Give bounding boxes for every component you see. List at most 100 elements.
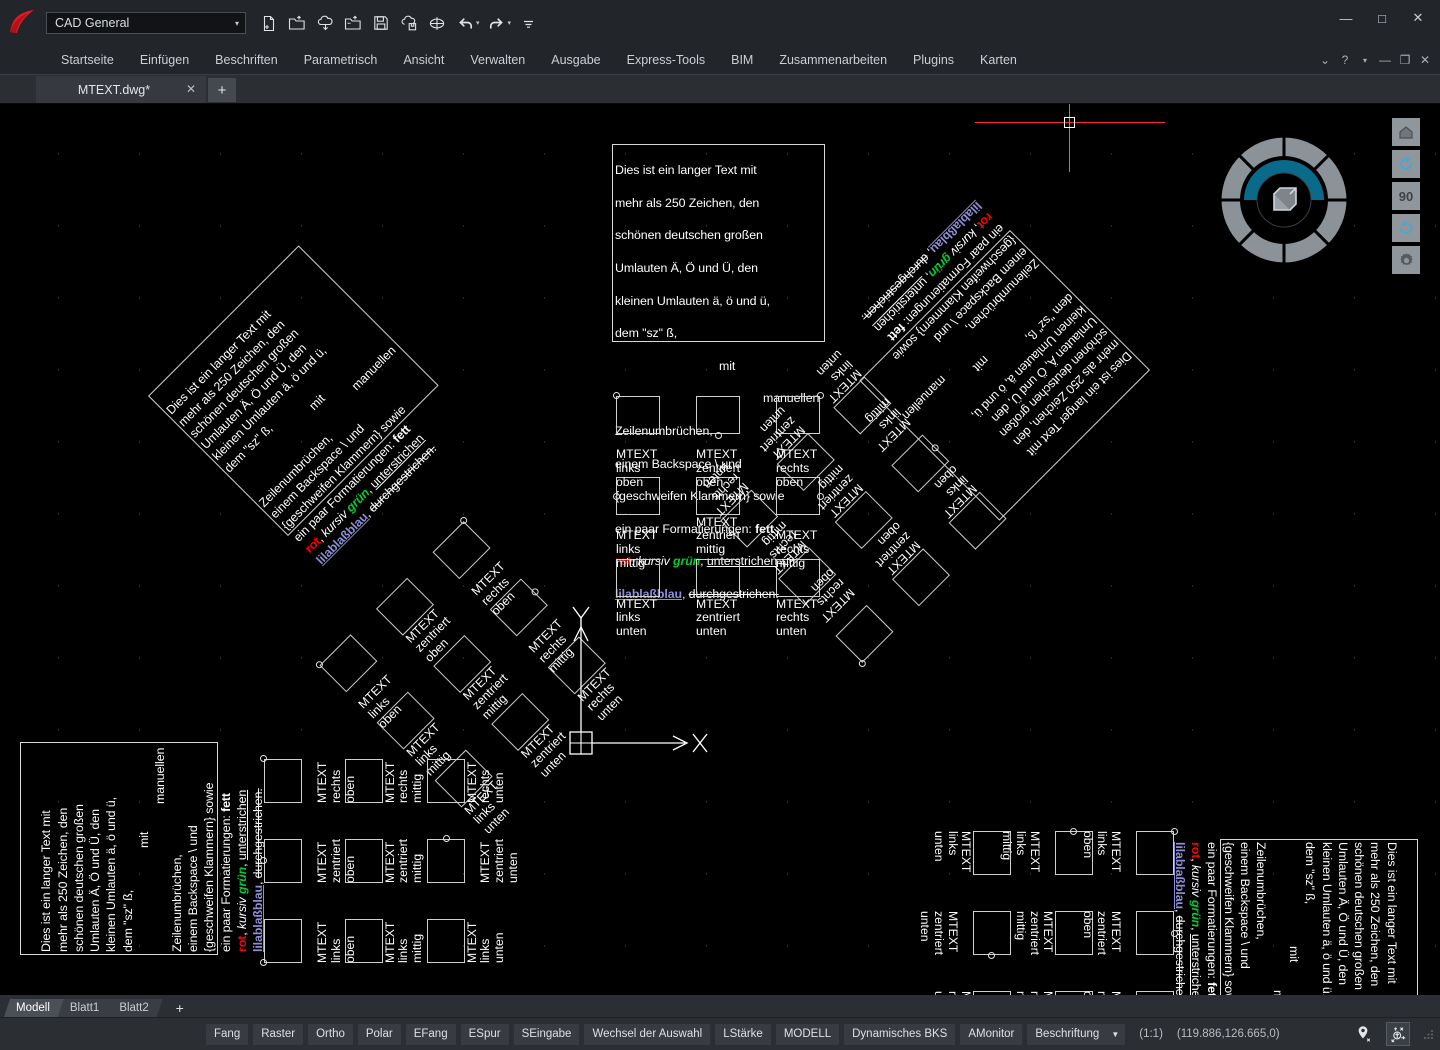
layout-tab-bar: Modell Blatt1 Blatt2 + [0, 995, 1440, 1017]
mtext-label-links-oben[interactable]: MTEXT links oben [260, 915, 357, 966]
status-button-modell[interactable]: MODELL [775, 1023, 840, 1045]
label-box [973, 911, 1011, 955]
file-tab-mtext-dwg[interactable]: MTEXT.dwg* ✕ [36, 76, 206, 103]
open-cloud-folder-icon[interactable] [340, 10, 366, 36]
status-button-lstaerke[interactable]: LStärke [715, 1023, 771, 1045]
open-file-icon[interactable] [284, 10, 310, 36]
settings-gear-icon[interactable] [1392, 246, 1420, 274]
undo-icon[interactable] [452, 10, 478, 36]
grip-point[interactable] [613, 392, 620, 399]
ribbon-tab-verwalten[interactable]: Verwalten [457, 46, 538, 74]
grip-point[interactable] [613, 493, 620, 500]
add-layout-button[interactable]: + [169, 999, 191, 1017]
layout-tab-modell[interactable]: Modell [4, 999, 64, 1017]
grip-point[interactable] [1171, 930, 1178, 937]
grip-point[interactable] [988, 952, 995, 959]
layout-tab-blatt1[interactable]: Blatt1 [58, 999, 113, 1017]
label-text: MTEXT links unten [932, 831, 974, 873]
ribbon-tab-karten[interactable]: Karten [967, 46, 1030, 74]
mtext-label-rechts-unten[interactable]: MTEXTrechtsunten [425, 755, 507, 803]
mtext-label-zentriert-oben[interactable]: MTEXT zentriert oben [260, 835, 357, 883]
grip-point[interactable] [260, 755, 267, 762]
label-box [696, 559, 740, 597]
grip-point[interactable] [260, 857, 267, 864]
status-button-polar[interactable]: Polar [357, 1023, 401, 1045]
status-button-dynamisches-bks[interactable]: Dynamisches BKS [844, 1023, 956, 1045]
label-text: MTEXTrechtsmittig [776, 528, 818, 570]
ribbon-tab-zusammenarbeiten[interactable]: Zusammenarbeiten [766, 46, 900, 74]
maximize-window-button[interactable]: □ [1364, 6, 1400, 30]
ribbon-tab-beschriften[interactable]: Beschriften [202, 46, 291, 74]
rotate-angle-value[interactable]: 90 [1392, 182, 1420, 210]
mtext-label-rechts-unten[interactable]: MTEXTrechtsunten [931, 991, 1013, 995]
ribbon-tab-plugins[interactable]: Plugins [900, 46, 967, 74]
mtext-label-rechts-oben[interactable]: MTEXTrechtsoben [260, 755, 357, 803]
rotate-cw-icon[interactable] [1392, 214, 1420, 242]
undo-dropdown-icon[interactable]: ▾ [476, 19, 480, 27]
status-button-efang[interactable]: EFang [405, 1023, 456, 1045]
plot-icon[interactable] [424, 10, 450, 36]
status-button-raster[interactable]: Raster [253, 1023, 304, 1045]
view-control-buttons: 90 [1392, 118, 1420, 274]
label-box [696, 396, 740, 434]
new-tab-button[interactable]: + [208, 78, 236, 102]
ribbon-tab-parametrisch[interactable]: Parametrisch [291, 46, 391, 74]
collapse-ribbon-icon[interactable]: ⌄ [1316, 50, 1334, 70]
close-document-button[interactable]: ✕ [1416, 50, 1434, 70]
label-text: MTEXT zentriert mittig [1014, 911, 1056, 956]
ribbon-tab-express-tools[interactable]: Express-Tools [614, 46, 719, 74]
ribbon-tab-einfuegen[interactable]: Einfügen [127, 46, 202, 74]
annotation-scale-value: Beschriftung [1035, 1028, 1100, 1040]
mtext-label-zentriert-unten[interactable]: MTEXT zentriert unten [425, 835, 520, 883]
workspace-selector[interactable]: CAD General ▾ [46, 12, 246, 34]
label-text: MTEXTrechtsoben [776, 447, 818, 489]
status-button-ortho[interactable]: Ortho [308, 1023, 353, 1045]
grip-point[interactable] [443, 835, 450, 842]
label-text: MTEXTrechtsmittig [1013, 991, 1055, 995]
close-icon[interactable]: ✕ [184, 82, 198, 96]
close-window-button[interactable]: ✕ [1400, 6, 1436, 30]
ribbon-tab-ansicht[interactable]: Ansicht [390, 46, 457, 74]
status-button-fang[interactable]: Fang [206, 1023, 249, 1045]
grip-point[interactable] [715, 432, 722, 439]
cloud-download-icon[interactable] [312, 10, 338, 36]
home-icon[interactable] [1392, 118, 1420, 146]
mtext-label-links-oben[interactable]: MTEXT links oben [1081, 828, 1178, 879]
status-button-seingabe[interactable]: SEingabe [513, 1023, 580, 1045]
ribbon-right-controls: ⌄ ? ▾ — ❐ ✕ [1316, 46, 1434, 74]
new-file-icon[interactable] [256, 10, 282, 36]
redo-icon[interactable] [484, 10, 510, 36]
restore-document-button[interactable]: ❐ [1396, 50, 1414, 70]
status-button-espur[interactable]: ESpur [460, 1023, 509, 1045]
navigation-wheel[interactable] [1216, 132, 1352, 268]
minimize-window-button[interactable]: — [1328, 6, 1364, 30]
ribbon-tab-startseite[interactable]: Startseite [48, 46, 127, 74]
status-button-amonitor[interactable]: AMonitor [960, 1023, 1023, 1045]
redo-dropdown-icon[interactable]: ▾ [508, 19, 512, 27]
mtext-label-zentriert-unten[interactable]: MTEXT zentriert unten [918, 911, 1013, 959]
annotation-scale-selector[interactable]: Beschriftung ▼ [1027, 1023, 1126, 1045]
drawing-canvas[interactable]: Dies ist ein langer Text mit mehr als 25… [0, 104, 1440, 995]
grip-point[interactable] [1070, 828, 1077, 835]
mtext-label-links-unten[interactable]: MTEXT links unten [425, 915, 507, 963]
grip-point[interactable] [1171, 828, 1178, 835]
resize-grip-icon[interactable] [1422, 1028, 1434, 1040]
rotate-ccw-icon[interactable] [1392, 150, 1420, 178]
status-toggle-buttons: Fang Raster Ortho Polar EFang ESpur SEin… [206, 1023, 1280, 1045]
location-pin-icon[interactable] [1354, 1024, 1374, 1044]
cloud-save-icon[interactable] [396, 10, 422, 36]
status-button-wechsel-der-auswahl[interactable]: Wechsel der Auswahl [584, 1023, 711, 1045]
layout-tab-blatt2[interactable]: Blatt2 [107, 999, 162, 1017]
help-icon[interactable]: ? [1336, 50, 1354, 70]
ribbon-tab-bim[interactable]: BIM [718, 46, 766, 74]
customize-quick-access-icon[interactable] [515, 10, 541, 36]
ribbon-tab-ausgabe[interactable]: Ausgabe [538, 46, 613, 74]
isolate-objects-icon[interactable] [1386, 1022, 1410, 1046]
help-dropdown-icon[interactable]: ▾ [1356, 50, 1374, 70]
mtext-label-rechts-oben[interactable]: MTEXTrechtsoben [1081, 991, 1176, 995]
mtext-label-zentriert-oben[interactable]: MTEXT zentriert oben [1081, 911, 1178, 959]
minimize-document-button[interactable]: — [1376, 50, 1394, 70]
save-icon[interactable] [368, 10, 394, 36]
grip-point[interactable] [260, 959, 267, 966]
label-text: MTEXTrechtsoben [315, 761, 357, 803]
